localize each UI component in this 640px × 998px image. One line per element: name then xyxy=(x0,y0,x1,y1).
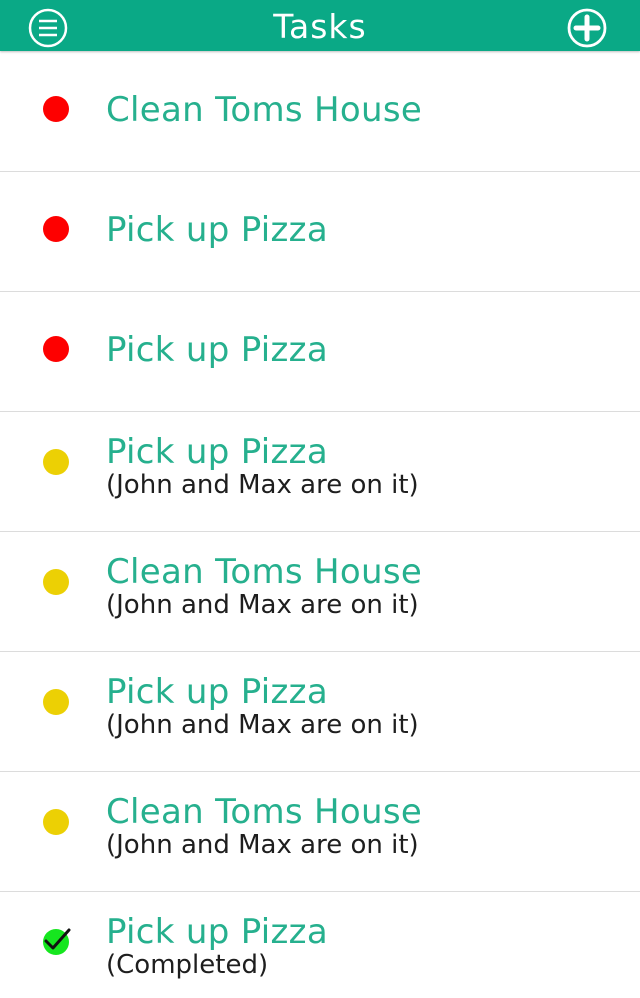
task-row[interactable]: Pick up Pizza xyxy=(0,172,640,292)
task-list: Clean Toms House Pick up Pizza Pick up Piz… xyxy=(0,52,640,998)
status-dot-icon xyxy=(43,689,69,715)
status-dot-icon xyxy=(43,96,69,122)
add-task-button[interactable] xyxy=(567,8,607,48)
task-title: Pick up Pizza xyxy=(106,672,328,712)
status-dot-icon xyxy=(43,569,69,595)
task-status-text: (Completed) xyxy=(106,950,269,980)
status-dot-icon xyxy=(43,449,69,475)
plus-circle-icon xyxy=(567,8,607,48)
task-row[interactable]: Clean Toms House xyxy=(0,52,640,172)
task-status-text: (John and Max are on it) xyxy=(106,830,419,860)
task-title: Pick up Pizza xyxy=(106,432,328,472)
completed-check-icon xyxy=(43,928,71,955)
task-title: Pick up Pizza xyxy=(106,912,328,952)
task-row[interactable]: Clean Toms House (John and Max are on it) xyxy=(0,532,640,652)
app-screen: Tasks Clean Toms House Pick up Pizza Pick … xyxy=(0,0,640,998)
status-dot-icon xyxy=(43,216,69,242)
task-row[interactable]: Pick up Pizza (Completed) xyxy=(0,892,640,998)
task-row[interactable]: Pick up Pizza (John and Max are on it) xyxy=(0,652,640,772)
top-bar: Tasks xyxy=(0,0,640,51)
task-title: Pick up Pizza xyxy=(106,330,328,370)
task-title: Clean Toms House xyxy=(106,90,423,130)
task-status-text: (John and Max are on it) xyxy=(106,710,419,740)
task-status-text: (John and Max are on it) xyxy=(106,470,419,500)
task-row[interactable]: Clean Toms House (John and Max are on it) xyxy=(0,772,640,892)
task-title: Clean Toms House xyxy=(106,552,423,592)
task-title: Clean Toms House xyxy=(106,792,423,832)
task-title: Pick up Pizza xyxy=(106,210,328,250)
status-dot-icon xyxy=(43,809,69,835)
status-dot-icon xyxy=(43,336,69,362)
task-row[interactable]: Pick up Pizza (John and Max are on it) xyxy=(0,412,640,532)
task-row[interactable]: Pick up Pizza xyxy=(0,292,640,412)
page-title: Tasks xyxy=(273,7,367,46)
task-status-text: (John and Max are on it) xyxy=(106,590,419,620)
